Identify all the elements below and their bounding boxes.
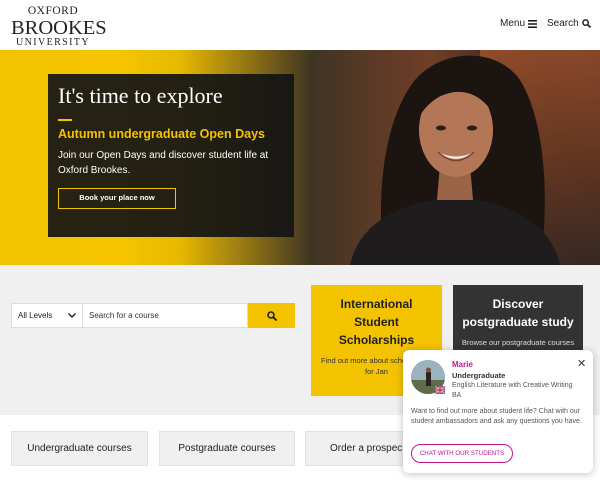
close-icon[interactable]: ✕ — [577, 359, 586, 370]
hero-title: It's time to explore — [58, 83, 223, 108]
student-photo — [350, 55, 560, 265]
chat-ambassador-name: Marie — [452, 360, 473, 369]
logo-line-oxford: OXFORD — [27, 5, 79, 17]
search-button[interactable]: Search — [547, 18, 591, 29]
chat-ambassador-role: Undergraduate — [452, 371, 506, 380]
search-label: Search — [547, 18, 579, 29]
level-select[interactable]: All Levels — [11, 303, 83, 328]
chat-popup: Marie Undergraduate English Literature w… — [403, 350, 593, 473]
hero-description: Join our Open Days and discover student … — [58, 150, 269, 176]
chat-ambassador-course: English Literature with Creative Writing… — [452, 382, 573, 400]
chevron-down-icon — [68, 313, 76, 318]
undergraduate-courses-button[interactable]: Undergraduate courses — [11, 431, 148, 466]
menu-label: Menu — [500, 18, 526, 29]
postgraduate-courses-button[interactable]: Postgraduate courses — [159, 431, 295, 466]
course-search-input[interactable]: Search for a course — [83, 303, 248, 328]
uk-flag-icon — [435, 386, 445, 394]
open-days-panel: It's time to explore Autumn undergraduat… — [48, 74, 294, 237]
chat-message: Want to find out more about student life… — [411, 408, 582, 426]
hero-divider — [58, 119, 72, 122]
book-place-button[interactable]: Book your place now — [58, 188, 176, 210]
logo-line-university: UNIVERSITY — [16, 37, 90, 48]
menu-icon — [528, 19, 538, 28]
postgraduate-card-title: Discover postgraduate study — [462, 297, 574, 329]
order-prospectus-button[interactable]: Order a prospec — [305, 431, 415, 466]
menu-button[interactable]: Menu — [500, 18, 538, 29]
site-header: OXFORD BROOKES UNIVERSITY Menu Search — [0, 0, 600, 50]
logo-line-brookes: BROOKES — [11, 16, 107, 39]
postgraduate-card-text: Browse our postgraduate courses — [461, 338, 575, 347]
hero-subtitle: Autumn undergraduate Open Days — [58, 127, 265, 142]
hero-banner: It's time to explore Autumn undergraduat… — [0, 50, 600, 265]
scholarships-card-title: International Student Scholarships — [338, 297, 415, 347]
level-select-value: All Levels — [18, 311, 53, 320]
chat-with-students-button[interactable]: CHAT WITH OUR STUDENTS — [411, 444, 513, 463]
course-search-form: All Levels Search for a course — [11, 303, 295, 328]
course-search-submit-button[interactable] — [248, 303, 295, 328]
search-icon — [266, 310, 277, 321]
university-logo[interactable]: OXFORD BROOKES UNIVERSITY — [11, 5, 107, 48]
search-icon — [581, 19, 591, 28]
